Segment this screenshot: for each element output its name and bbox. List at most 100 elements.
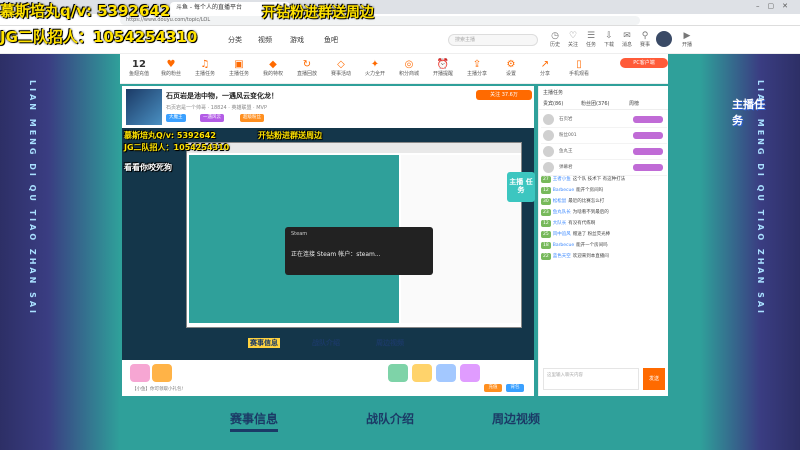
chat-user[interactable]: 王者小鱼 [553,177,571,182]
chat-user[interactable]: 蓝色天空 [553,254,571,259]
tab-fans[interactable]: 粉丝团(376) [581,100,609,107]
nav-yuba[interactable]: 鱼吧 [324,35,338,45]
tab-event-info[interactable]: 赛事信息 [248,338,280,348]
pc-client-button[interactable]: PC客户端 [620,58,668,68]
toolbar-replay[interactable]: ↻ 直播回放 [292,58,322,78]
chat-user[interactable]: 松松鼠 [553,199,567,204]
toolbar-points[interactable]: ◎ 积分商城 [394,58,424,78]
tab-vip[interactable]: 贵宾(86) [543,100,563,107]
fan-row[interactable]: 粉丝001 [541,128,667,144]
inner-overlay-recruit: JG二队招人：1054254310 [124,143,230,152]
captured-browser-bar [187,143,521,153]
fan-name: 石页岩 [559,117,573,122]
chat-message: 23 鱼丸队长 为啥看不到最后的 [541,209,667,216]
level-badge: 22 [541,253,551,260]
left-decoration [0,54,120,450]
fan-row[interactable]: 石页岩 [541,112,667,128]
video-player[interactable]: 慕斯培丸Q/v: 5392642 JG二队招人：1054254310 开钻粉进群… [122,128,534,360]
toolbar-remind[interactable]: ⏰ 开播提醒 [428,58,458,78]
level-badge: 23 [541,209,551,216]
avatar [543,146,554,157]
captured-screen: Steam 正在连接 Steam 帐户：steam... [186,142,522,328]
fan-row[interactable]: 弹幕君 [541,160,667,176]
chat-text: 能开一个房间吗 [576,243,608,248]
fan-badge [633,148,663,155]
side-task-promo[interactable]: 主播任务 [732,96,772,127]
url-field[interactable]: https://www.douyu.com/topic/LOL [120,16,640,25]
toolbar-task2[interactable]: ▣ 主播任务 [224,58,254,78]
chat-input[interactable]: 这里输入聊天内容 [543,368,639,390]
fan-row[interactable]: 鱼丸王 [541,144,667,160]
chat-user[interactable]: Barbecue [553,188,574,193]
toolbar-settings[interactable]: ⚙ 设置 [496,58,526,78]
level-badge: 12 [541,220,551,227]
gift-icon[interactable] [130,364,150,382]
chat-text: 能开个房间吗 [576,188,604,193]
level-badge: 25 [541,231,551,238]
nav-event-info[interactable]: 赛事信息 [230,410,279,432]
screen: 斗鱼 - 每个人的直播平台 –▢✕ https://www.douyu.com/… [0,0,800,450]
level-badge: 18 [541,242,551,249]
fan-name: 弹幕君 [559,165,573,170]
chat-user[interactable]: 大队长 [553,221,567,226]
level-badge: 27 [541,176,551,183]
live-icon[interactable]: ▶ 开播 [676,31,698,49]
gift-icon[interactable] [388,364,408,382]
tab-videos[interactable]: 周边视频 [376,338,404,348]
nav-videos[interactable]: 周边视频 [492,410,540,427]
tab-team-intro[interactable]: 战队介绍 [312,338,340,348]
toolbar-task[interactable]: ♫ 主播任务 [190,58,220,78]
chat-text: 有没有代练啊 [568,221,596,226]
room-tag[interactable]: 大魔王 [166,114,186,122]
steam-dialog: Steam 正在连接 Steam 帐户：steam... [285,227,433,275]
tab-weekly[interactable]: 周榜 [629,100,639,107]
toolbar-share[interactable]: ⇪ 主播分享 [462,58,492,78]
chat-panel: 主播任务 贵宾(86) 粉丝团(376) 周榜 石页岩 粉丝001 鱼丸王 弹幕… [538,86,668,396]
nav-game[interactable]: 游戏 [290,35,304,45]
avatar [543,162,554,173]
room-header: 石页岩是池中物，一遇风云变化龙！ 石页岩是一个帅哥 · 18824 · 英雄联盟… [122,86,534,128]
overlay-fans-group: 开钻粉进群送周边 [262,5,374,21]
toolbar-fans[interactable]: ♥ 我的粉丝 [156,58,186,78]
chat-message: 25 风中追风 赠送了 粉丝荧光棒 [541,231,667,238]
task-badge[interactable]: 主播 任务 [507,172,535,202]
tab-host-task[interactable]: 主播任务 [543,89,563,96]
gift-tip: 【小鱼】你可领取小礼包! [132,387,184,392]
toolbar-privilege[interactable]: ◆ 我的特权 [258,58,288,78]
user-avatar[interactable] [656,31,672,47]
gift-icon[interactable] [412,364,432,382]
chat-user[interactable]: Barbecue [553,243,574,248]
location-icon[interactable]: ⚲ 赛事 [634,31,656,49]
level-badge: 12 [541,187,551,194]
chat-text: 这个队 技术下 有这种打法 [572,177,626,182]
chat-user[interactable]: 风中追风 [553,232,571,237]
room-tag[interactable]: 一遇风云 [200,114,224,122]
room-tag[interactable]: 超级粉丝 [240,114,264,122]
chat-message: 30 松松鼠 最近的比赛怎么打 [541,198,667,205]
gift-icon[interactable] [436,364,456,382]
toolbar-fire[interactable]: ✦ 火力全开 [360,58,390,78]
toolbar-event[interactable]: ◇ 赛事活动 [326,58,356,78]
nav-team-intro[interactable]: 战队介绍 [366,410,414,427]
nav-video[interactable]: 视频 [258,35,272,45]
recharge-button[interactable]: 充值 [484,384,502,392]
bottom-section-nav: 赛事信息 战队介绍 周边视频 [120,396,700,450]
room-title: 石页岩是池中物，一遇风云变化龙！ [166,92,278,100]
nav-category[interactable]: 分类 [228,35,242,45]
backpack-button[interactable]: 背包 [506,384,524,392]
chat-text: 赠送了 粉丝荧光棒 [572,232,611,237]
gift-icon[interactable] [152,364,172,382]
chat-user[interactable]: 鱼丸队长 [553,210,571,215]
search-input[interactable]: 搜索主播 [448,34,538,46]
streamer-avatar[interactable] [126,89,162,125]
video-section-tabs: 赛事信息 战队介绍 周边视频 [122,334,534,354]
send-button[interactable]: 发送 [643,368,665,390]
follow-button[interactable]: 关注 37.6万 [476,90,532,100]
inner-overlay-fans: 开钻粉进群送周边 [258,131,322,140]
toolbar-share2[interactable]: ↗ 分享 [530,58,560,78]
level-badge: 12 鱼翅充值 [128,59,149,77]
gift-icon[interactable] [460,364,480,382]
window-controls[interactable]: –▢✕ [756,2,796,10]
chat-text: 为啥看不到最后的 [572,210,609,215]
toolbar-mobile[interactable]: ▯ 手机观看 [564,58,594,78]
